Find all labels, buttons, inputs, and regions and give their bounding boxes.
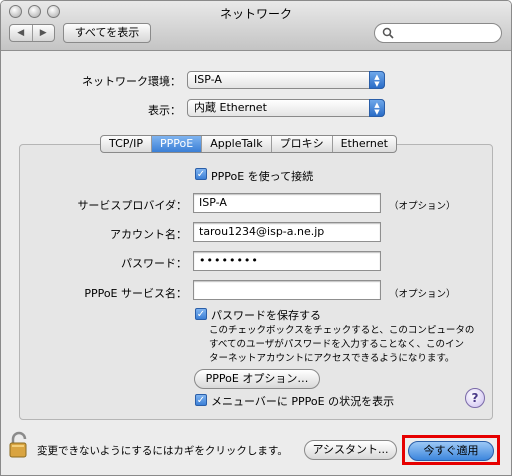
location-popup[interactable]: ISP-A ▲ ▼ bbox=[187, 71, 385, 89]
search-icon bbox=[382, 27, 394, 39]
save-password-description-3: ターネットアカウントにアクセスできるようになります。 bbox=[209, 353, 455, 364]
save-password-description-1: このチェックボックスをチェックすると、このコンピュータの bbox=[209, 325, 475, 336]
provider-label: サービスプロバイダ： bbox=[77, 199, 187, 212]
location-label: ネットワーク環境： bbox=[82, 75, 181, 88]
popup-arrows-icon: ▲ ▼ bbox=[369, 71, 385, 89]
tab-ethernet[interactable]: Ethernet bbox=[333, 136, 396, 152]
popup-arrows-icon: ▲ ▼ bbox=[369, 99, 385, 117]
password-field[interactable]: •••••••• bbox=[193, 251, 381, 271]
tab-appletalk[interactable]: AppleTalk bbox=[202, 136, 272, 152]
provider-optional-note: （オプション） bbox=[389, 201, 456, 212]
service-name-label: PPPoE サービス名： bbox=[84, 287, 187, 300]
menubar-status-checkbox[interactable]: ✓ bbox=[195, 394, 207, 406]
lock-icon[interactable] bbox=[9, 431, 31, 459]
apply-now-button[interactable]: 今すぐ適用 bbox=[408, 441, 494, 461]
network-preferences-window: ネットワーク ◀ ▶ すべてを表示 ネットワーク環境： ISP-A ▲ ▼ 表示：… bbox=[0, 0, 512, 476]
show-all-button[interactable]: すべてを表示 bbox=[63, 23, 151, 43]
show-label: 表示： bbox=[148, 104, 181, 117]
tab-proxy[interactable]: プロキシ bbox=[272, 136, 333, 152]
tab-bar: TCP/IP PPPoE AppleTalk プロキシ Ethernet bbox=[100, 135, 397, 153]
tab-tcpip[interactable]: TCP/IP bbox=[101, 136, 152, 152]
location-value: ISP-A bbox=[194, 73, 222, 86]
save-password-description-2: すべてのユーザがパスワードを入力することなく、このイン bbox=[209, 339, 464, 350]
title-bar: ネットワーク ◀ ▶ すべてを表示 bbox=[1, 1, 511, 51]
save-password-label: パスワードを保存する bbox=[211, 309, 321, 322]
show-value: 内蔵 Ethernet bbox=[194, 101, 267, 114]
menubar-status-label: メニューバーに PPPoE の状況を表示 bbox=[211, 395, 395, 408]
connect-pppoe-label: PPPoE を使って接続 bbox=[211, 170, 314, 183]
service-optional-note: （オプション） bbox=[389, 289, 456, 300]
back-arrow-icon[interactable]: ◀ bbox=[10, 25, 33, 41]
connect-pppoe-checkbox[interactable]: ✓ bbox=[195, 168, 207, 180]
pppoe-options-button[interactable]: PPPoE オプション… bbox=[194, 369, 320, 389]
save-password-checkbox[interactable]: ✓ bbox=[195, 308, 207, 320]
show-popup[interactable]: 内蔵 Ethernet ▲ ▼ bbox=[187, 99, 385, 117]
service-name-field[interactable] bbox=[193, 280, 381, 300]
forward-arrow-icon[interactable]: ▶ bbox=[33, 25, 55, 41]
back-forward-control: ◀ ▶ bbox=[9, 24, 55, 42]
window-title: ネットワーク bbox=[219, 7, 292, 21]
account-field[interactable]: tarou1234@isp-a.ne.jp bbox=[193, 222, 381, 242]
provider-field[interactable]: ISP-A bbox=[193, 193, 381, 213]
lock-message: 変更できないようにするにはカギをクリックします。 bbox=[37, 445, 288, 457]
assistant-button[interactable]: アシスタント... bbox=[304, 440, 397, 460]
search-field[interactable] bbox=[374, 23, 502, 43]
account-label: アカウント名： bbox=[110, 228, 187, 241]
tab-pppoe[interactable]: PPPoE bbox=[151, 136, 203, 152]
help-button[interactable]: ? bbox=[465, 388, 485, 408]
password-label: パスワード： bbox=[121, 257, 187, 270]
